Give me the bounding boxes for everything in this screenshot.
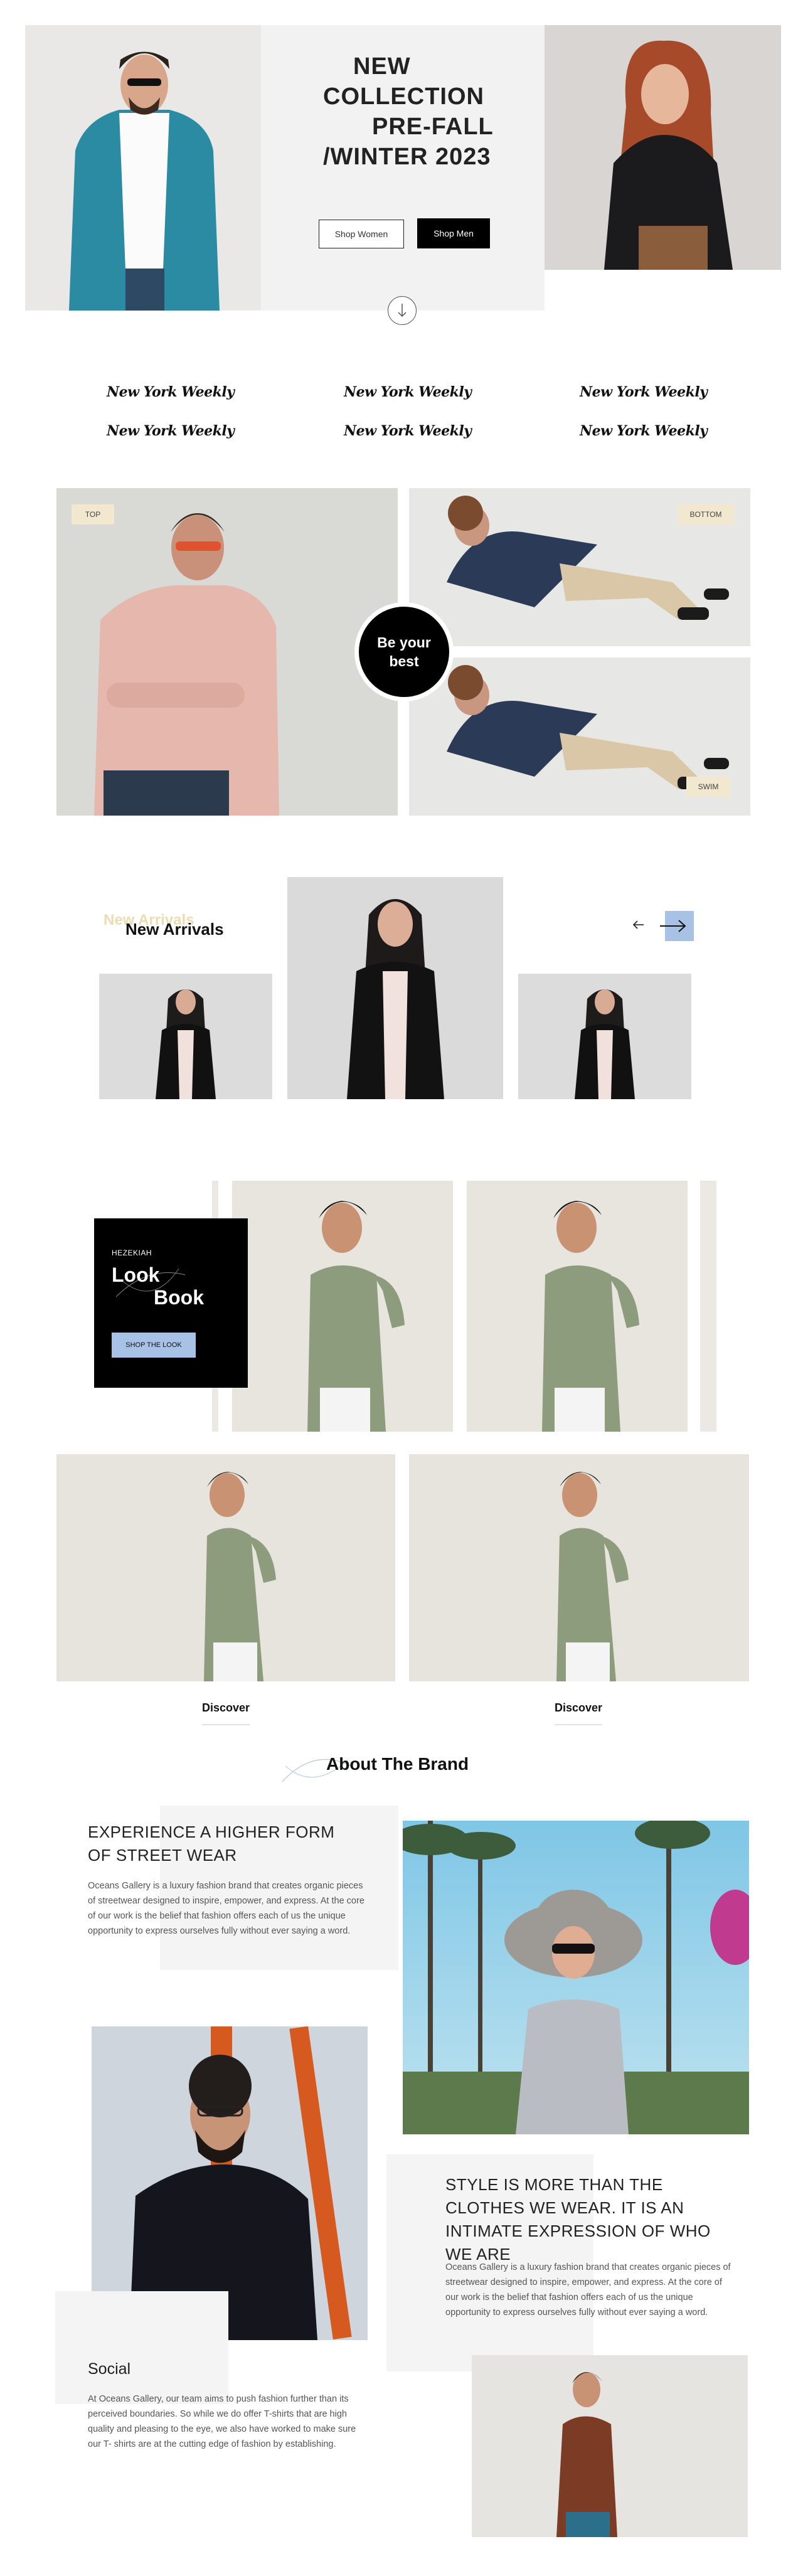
discover-underline-left xyxy=(202,1724,250,1725)
social-panel xyxy=(55,2291,228,2404)
arrival-product-card[interactable] xyxy=(99,974,272,1099)
hero-title-line-4: /WINTER 2023 xyxy=(323,144,491,170)
about-heading-1: EXPERIENCE A HIGHER FORM OF STREET WEAR xyxy=(88,1823,335,1865)
discover-link-left[interactable]: Discover xyxy=(176,1701,276,1715)
lookbook-card: HEZEKIAH Look Book SHOP THE LOOK xyxy=(94,1218,248,1388)
hero-title-line-1: NEW xyxy=(353,53,411,80)
tag-swim: SWIM xyxy=(686,777,730,797)
hero-title-line-2: COLLECTION xyxy=(323,83,484,110)
discover-link-right[interactable]: Discover xyxy=(528,1701,629,1715)
about-brand-title: About The Brand xyxy=(326,1754,469,1774)
social-text: At Oceans Gallery, our team aims to push… xyxy=(88,2394,356,2449)
arrow-right-icon xyxy=(660,920,686,932)
arrow-left-icon xyxy=(632,920,644,929)
press-logo: New York Weekly xyxy=(580,384,708,400)
press-logo: New York Weekly xyxy=(580,423,708,439)
shop-the-look-button[interactable]: SHOP THE LOOK xyxy=(112,1333,196,1358)
lookbook-strip-right xyxy=(700,1181,716,1432)
lookbook-image[interactable] xyxy=(232,1181,453,1432)
arrival-product-card[interactable] xyxy=(518,974,691,1099)
press-logo: New York Weekly xyxy=(344,384,472,400)
new-arrivals-title: New Arrivals xyxy=(125,920,224,939)
discover-underline-right xyxy=(555,1724,602,1725)
be-your-best-badge: Be your best xyxy=(354,602,454,701)
about-text-1: Oceans Gallery is a luxury fashion brand… xyxy=(88,1881,364,1936)
hero-image-woman xyxy=(545,25,781,270)
hero-title-line-3: PRE-FALL xyxy=(372,114,494,140)
shop-women-button[interactable]: Shop Women xyxy=(319,220,404,248)
lookbook-image[interactable] xyxy=(467,1181,688,1432)
hero-image-man xyxy=(25,25,261,311)
press-logo: New York Weekly xyxy=(107,423,235,439)
arrivals-next-button[interactable] xyxy=(656,911,694,941)
about-text-2: Oceans Gallery is a luxury fashion brand… xyxy=(445,2262,731,2318)
tag-bottom: BOTTOM xyxy=(678,504,734,524)
hero-title: NEW COLLECTION PRE-FALL /WINTER 2023 xyxy=(323,51,511,172)
scroll-down-button[interactable] xyxy=(388,296,417,325)
category-top-card[interactable] xyxy=(56,488,398,816)
press-logo: New York Weekly xyxy=(107,384,235,400)
shop-men-button[interactable]: Shop Men xyxy=(417,218,490,248)
discover-image[interactable] xyxy=(409,1454,749,1681)
tag-top: TOP xyxy=(72,504,114,524)
arrival-product-card-featured[interactable] xyxy=(287,877,503,1099)
press-logo: New York Weekly xyxy=(344,423,472,439)
arrivals-prev-button[interactable] xyxy=(627,912,650,937)
lookbook-word-look: Look xyxy=(112,1264,160,1286)
about-image-man-brown-shirt xyxy=(472,2355,748,2537)
about-image-woman-hat xyxy=(403,1821,749,2134)
be-your-best-text: Be your best xyxy=(377,634,431,669)
arrow-down-icon xyxy=(398,304,407,317)
lookbook-brand: HEZEKIAH xyxy=(112,1248,152,1257)
about-heading-2: STYLE IS MORE THAN THE CLOTHES WE WEAR. … xyxy=(445,2175,711,2264)
discover-image[interactable] xyxy=(56,1454,395,1681)
social-heading: Social xyxy=(88,2360,131,2378)
lookbook-word-book: Book xyxy=(154,1286,204,1309)
